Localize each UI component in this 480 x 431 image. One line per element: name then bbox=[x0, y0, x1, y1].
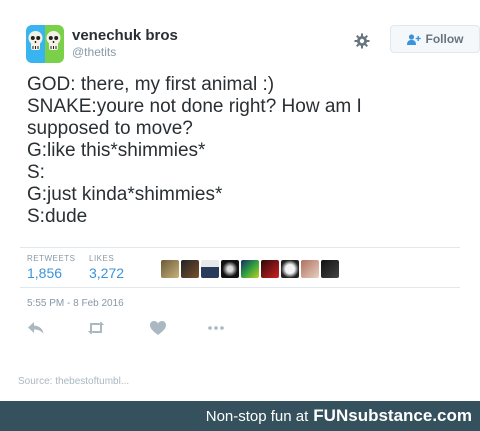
liker-avatar[interactable] bbox=[301, 260, 319, 278]
likes-count: 3,272 bbox=[89, 265, 125, 281]
skull-icon bbox=[28, 31, 43, 50]
source-caption: Source: thebestoftumbl... bbox=[18, 376, 130, 387]
liker-avatar[interactable] bbox=[161, 260, 179, 278]
liker-avatar[interactable] bbox=[181, 260, 199, 278]
footer-tagline: Non-stop fun at bbox=[205, 407, 309, 425]
more-icon[interactable] bbox=[207, 320, 225, 336]
follow-label: Follow bbox=[425, 32, 464, 46]
liker-avatar[interactable] bbox=[241, 260, 259, 278]
tweet-line: supposed to move? bbox=[27, 118, 193, 139]
liker-avatar[interactable] bbox=[221, 260, 239, 278]
retweet-icon[interactable] bbox=[87, 320, 105, 336]
liker-avatar[interactable] bbox=[261, 260, 279, 278]
tweet-line: S:dude bbox=[27, 206, 88, 227]
reply-icon[interactable] bbox=[27, 320, 45, 336]
liker-avatar[interactable] bbox=[321, 260, 339, 278]
site-footer: Non-stop fun at FUNsubstance.com bbox=[0, 401, 480, 431]
tweet-line: G:just kinda*shimmies* bbox=[27, 184, 223, 205]
footer-brand-logo[interactable]: FUNsubstance.com bbox=[313, 406, 472, 426]
gear-icon[interactable] bbox=[354, 33, 370, 49]
tweet-line: SNAKE:youre not done right? How am I bbox=[27, 96, 362, 117]
display-name[interactable]: venechuk bros bbox=[72, 27, 178, 44]
tweet-stats: RETWEETS 1,856 LIKES 3,272 bbox=[27, 254, 457, 288]
liker-avatar[interactable] bbox=[281, 260, 299, 278]
avatar[interactable] bbox=[26, 25, 64, 63]
like-icon[interactable] bbox=[149, 320, 167, 336]
skull-icon bbox=[46, 31, 61, 50]
tweet-line: S: bbox=[27, 162, 45, 183]
retweets-label: RETWEETS bbox=[27, 254, 76, 263]
tweet-header: venechuk bros @thetits Follow bbox=[26, 25, 480, 65]
liker-avatars bbox=[161, 260, 339, 278]
add-user-icon bbox=[406, 33, 421, 45]
username-handle[interactable]: @thetits bbox=[72, 45, 116, 59]
likes-stat[interactable]: LIKES 3,272 bbox=[89, 254, 124, 281]
divider bbox=[20, 247, 460, 248]
tweet-line: G:like this*shimmies* bbox=[27, 140, 206, 161]
divider bbox=[20, 287, 460, 288]
likes-label: LIKES bbox=[89, 254, 115, 263]
retweets-stat[interactable]: RETWEETS 1,856 bbox=[27, 254, 75, 281]
tweet-text: GOD: there, my first animal :) SNAKE:you… bbox=[27, 74, 457, 228]
tweet-line: GOD: there, my first animal :) bbox=[27, 74, 275, 95]
tweet-card: venechuk bros @thetits Follow GOD: there… bbox=[0, 0, 480, 401]
retweets-count: 1,856 bbox=[27, 265, 63, 281]
follow-button[interactable]: Follow bbox=[390, 25, 480, 53]
liker-avatar[interactable] bbox=[201, 260, 219, 278]
tweet-actions bbox=[27, 320, 447, 340]
tweet-timestamp[interactable]: 5:55 PM - 8 Feb 2016 bbox=[27, 298, 124, 309]
